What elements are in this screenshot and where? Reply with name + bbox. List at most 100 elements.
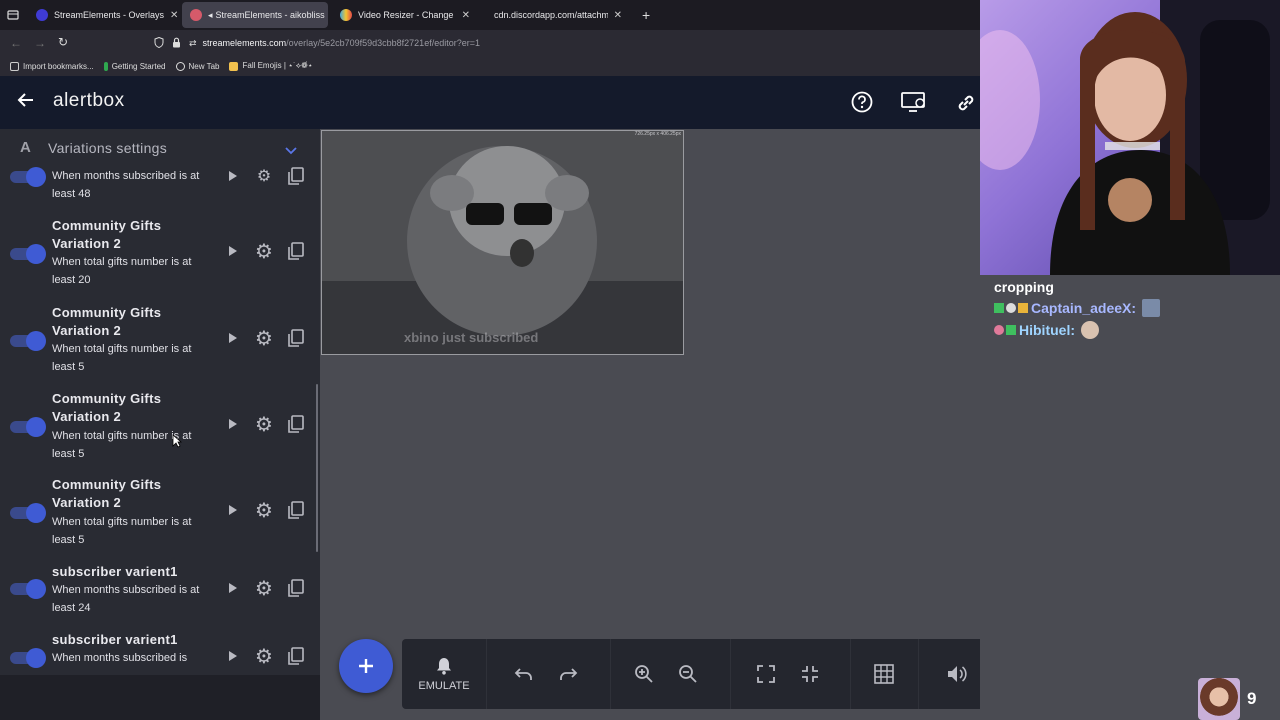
gear-icon[interactable]: ⚙ xyxy=(253,499,275,522)
speaker-icon[interactable]: ◂ xyxy=(208,10,213,21)
url-bar[interactable]: ⇄ streamelements.com /overlay/5e2cb709f5… xyxy=(154,33,980,53)
getting-started-icon xyxy=(103,61,108,71)
add-widget-button[interactable] xyxy=(339,639,393,693)
play-icon[interactable] xyxy=(224,167,242,185)
play-icon[interactable] xyxy=(224,415,242,433)
badge-icon xyxy=(1006,303,1016,313)
toggle-knob xyxy=(26,331,46,351)
variation-item[interactable]: When months subscribed is at least 48 ⚙ xyxy=(0,167,320,207)
variation-item[interactable]: Community Gifts Variation 2 When total g… xyxy=(0,476,320,556)
tab-discord-cdn[interactable]: cdn.discordapp.com/attachments/1 ✕ xyxy=(482,2,630,28)
redo-button[interactable] xyxy=(546,639,590,709)
preview-video-frame xyxy=(322,131,683,354)
lock-icon[interactable] xyxy=(172,37,181,50)
badge-icon xyxy=(994,303,1004,313)
variation-description: When total gifts number is at least 5 xyxy=(52,343,192,373)
variation-item[interactable]: subscriber varient1 When months subscrib… xyxy=(0,563,320,625)
close-tab-icon[interactable]: ✕ xyxy=(325,10,328,21)
variation-toggle[interactable] xyxy=(10,648,46,668)
emote-icon xyxy=(1142,299,1161,317)
bookmark-import[interactable]: Import bookmarks... xyxy=(10,61,94,71)
undo-icon xyxy=(514,668,532,680)
gear-icon[interactable]: ⚙ xyxy=(253,240,275,263)
permissions-icon[interactable]: ⇄ xyxy=(189,38,197,49)
variation-item[interactable]: Community Gifts Variation 2 When total g… xyxy=(0,390,320,470)
chat-username: Captain_adeeX: xyxy=(1031,300,1137,316)
gear-icon[interactable]: ⚙ xyxy=(253,413,275,436)
reload-icon[interactable]: ↻ xyxy=(58,35,68,49)
tab-label: Video Resizer - Change Video R xyxy=(358,10,456,20)
variation-item[interactable]: subscriber varient1 When months subscrib… xyxy=(0,631,320,675)
chevron-down-icon[interactable] xyxy=(284,143,298,161)
duplicate-icon[interactable] xyxy=(286,165,306,187)
forward-arrow-icon[interactable]: → xyxy=(34,36,46,50)
tab-list-icon[interactable] xyxy=(2,2,24,28)
toolbar-divider xyxy=(850,639,851,709)
close-tab-icon[interactable]: ✕ xyxy=(608,10,622,21)
bookmark-label: Fall Emojis | ⋆˙⟡❁́⋆ xyxy=(242,61,313,70)
variation-toggle[interactable] xyxy=(10,417,46,437)
close-tab-icon[interactable]: ✕ xyxy=(456,10,470,21)
variation-item[interactable]: Community Gifts Variation 2 When total g… xyxy=(0,217,320,297)
gear-icon[interactable]: ⚙ xyxy=(253,577,275,600)
variation-item[interactable]: Community Gifts Variation 2 When total g… xyxy=(0,304,320,384)
variation-toggle[interactable] xyxy=(10,331,46,351)
monitor-settings-icon[interactable] xyxy=(901,92,927,117)
duplicate-icon[interactable] xyxy=(286,327,306,349)
tab-streamelements-aikobliss[interactable]: ◂ StreamElements - aikobliss ✕ xyxy=(182,2,328,28)
mouse-cursor-icon xyxy=(172,434,183,453)
duplicate-icon[interactable] xyxy=(286,499,306,521)
close-tab-icon[interactable]: ✕ xyxy=(164,10,178,21)
variation-toggle[interactable] xyxy=(10,244,46,264)
variations-settings-header[interactable]: A Variations settings xyxy=(0,129,320,167)
play-icon[interactable] xyxy=(224,329,242,347)
duplicate-icon[interactable] xyxy=(286,577,306,599)
link-icon[interactable] xyxy=(955,92,977,119)
bookmark-fall-emojis[interactable]: Fall Emojis | ⋆˙⟡❁́⋆ xyxy=(229,61,313,71)
toolbar-divider xyxy=(486,639,487,709)
tab-video-resizer[interactable]: Video Resizer - Change Video R ✕ xyxy=(332,2,478,28)
duplicate-icon[interactable] xyxy=(286,413,306,435)
bookmark-getting-started[interactable]: Getting Started xyxy=(103,61,166,71)
duplicate-icon[interactable] xyxy=(286,240,306,262)
shield-icon[interactable] xyxy=(154,36,164,50)
badge-icon xyxy=(1018,303,1028,313)
zoom-in-button[interactable] xyxy=(622,639,666,709)
new-tab-icon[interactable]: + xyxy=(642,7,650,23)
tab-streamelements-overlays[interactable]: StreamElements - Overlays ✕ xyxy=(28,2,178,28)
undo-button[interactable] xyxy=(502,639,546,709)
duplicate-icon[interactable] xyxy=(286,645,306,667)
variation-toggle[interactable] xyxy=(10,579,46,599)
zoom-out-button[interactable] xyxy=(666,639,710,709)
toggle-knob xyxy=(26,503,46,523)
gear-icon[interactable]: ⚙ xyxy=(253,645,275,668)
fullscreen-button[interactable] xyxy=(744,639,788,709)
play-icon[interactable] xyxy=(224,579,242,597)
variation-toggle[interactable] xyxy=(10,503,46,523)
gear-icon[interactable]: ⚙ xyxy=(253,327,275,350)
chat-message: Captain_adeeX: xyxy=(994,299,1161,317)
alert-video-preview[interactable]: xbino just subscribed 726.25px x 406.25p… xyxy=(321,130,684,355)
editor-toolbar: EMULATE xyxy=(402,639,990,709)
sidebar-scrollbar[interactable] xyxy=(316,384,318,552)
grid-button[interactable] xyxy=(862,639,906,709)
zoom-out-icon xyxy=(679,665,697,683)
volume-button[interactable] xyxy=(936,639,980,709)
bookmark-new-tab[interactable]: New Tab xyxy=(175,61,220,71)
back-arrow-icon[interactable] xyxy=(16,90,36,115)
preview-caption: xbino just subscribed xyxy=(404,330,539,345)
variation-title: subscriber varient1 xyxy=(52,564,178,579)
play-icon[interactable] xyxy=(224,501,242,519)
emulate-button[interactable]: EMULATE xyxy=(402,639,486,709)
variation-toggle[interactable] xyxy=(10,167,46,187)
exit-fullscreen-button[interactable] xyxy=(788,639,832,709)
play-icon[interactable] xyxy=(224,647,242,665)
folder-icon xyxy=(229,61,239,71)
back-arrow-icon[interactable]: ← xyxy=(10,36,22,50)
play-icon[interactable] xyxy=(224,242,242,260)
gear-icon[interactable]: ⚙ xyxy=(253,165,275,187)
bookmark-label: New Tab xyxy=(188,61,220,71)
help-icon[interactable] xyxy=(851,91,873,118)
badge-icon xyxy=(1006,325,1016,335)
volume-icon xyxy=(948,666,967,682)
